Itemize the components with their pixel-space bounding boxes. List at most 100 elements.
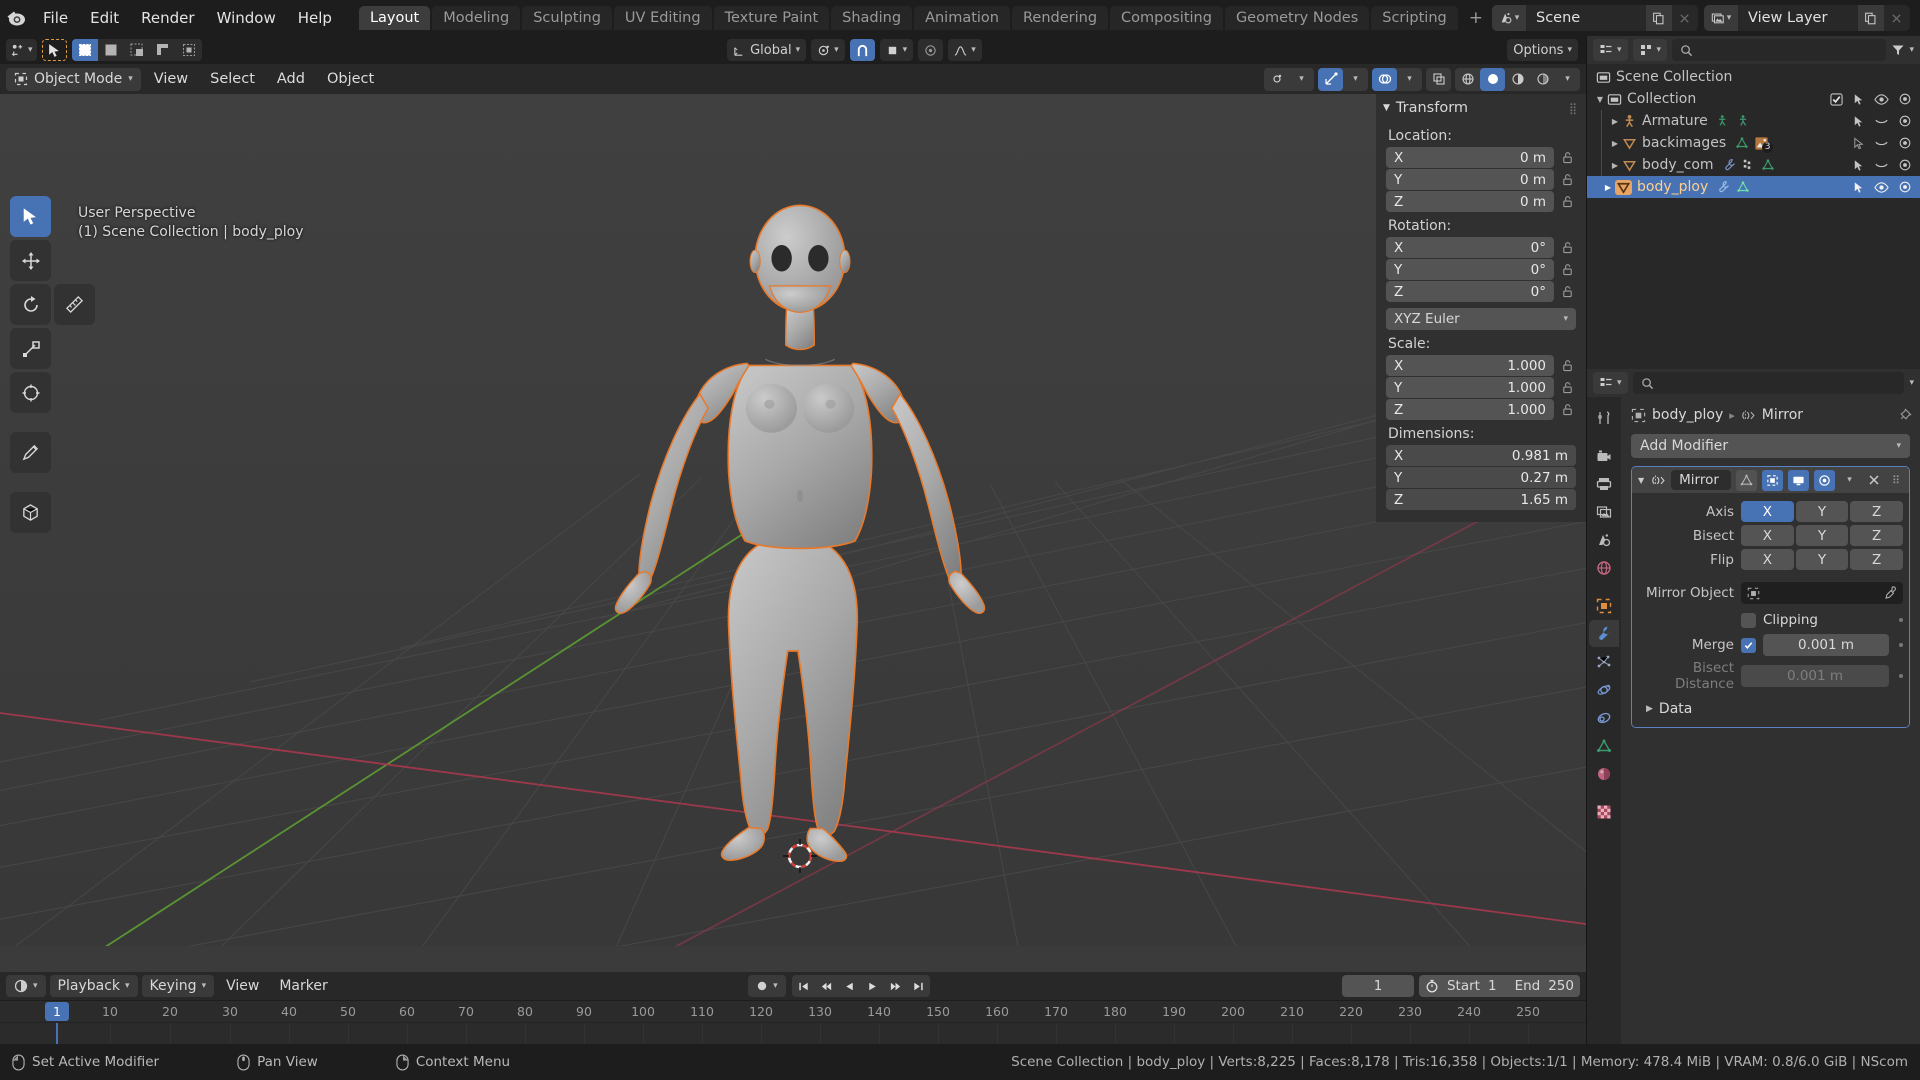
camera-icon[interactable]: [1898, 92, 1912, 106]
cursor-select-icon[interactable]: [1852, 159, 1865, 172]
outliner-search-input[interactable]: [1672, 39, 1887, 61]
menu-window[interactable]: Window: [206, 6, 287, 30]
editor-type-icon[interactable]: ▾: [6, 39, 37, 61]
chevron-down-icon[interactable]: ▾: [1343, 68, 1368, 91]
scale-tool[interactable]: [10, 328, 51, 369]
bisect-x-toggle[interactable]: X: [1741, 525, 1794, 546]
camera-icon[interactable]: [1898, 158, 1912, 172]
jump-end-icon[interactable]: [907, 975, 930, 997]
lock-icon[interactable]: [1558, 359, 1576, 372]
play-reverse-icon[interactable]: [838, 975, 861, 997]
modifier-icon[interactable]: [1723, 158, 1737, 172]
outliner-row-backimages[interactable]: ▶ backimages 3: [1587, 132, 1920, 154]
breadcrumb-modifier[interactable]: Mirror: [1762, 407, 1803, 423]
scale-x-field[interactable]: X 1.000: [1386, 355, 1554, 376]
end-value[interactable]: 250: [1548, 978, 1574, 994]
outliner-row-body-ploy[interactable]: ▶ body_ploy: [1587, 176, 1920, 198]
mirror-object-field[interactable]: [1741, 582, 1903, 604]
clipping-checkbox[interactable]: [1741, 612, 1756, 628]
dots-grip-icon[interactable]: ⣿: [1569, 102, 1578, 115]
menu-help[interactable]: Help: [287, 6, 343, 30]
world-tab[interactable]: [1589, 554, 1619, 581]
cursor-select-icon[interactable]: [1852, 93, 1865, 106]
workspace-tab-modeling[interactable]: Modeling: [432, 6, 521, 30]
timeline-menu-view[interactable]: View: [218, 976, 267, 996]
pin-icon[interactable]: [1897, 407, 1912, 423]
new-view-layer-button[interactable]: [1857, 5, 1884, 31]
snap-target-selector[interactable]: ▾: [879, 39, 914, 61]
move-tool[interactable]: [10, 240, 51, 281]
eyedropper-icon[interactable]: [1883, 586, 1897, 600]
select-cursor-icon[interactable]: [41, 39, 67, 61]
prev-keyframe-icon[interactable]: [815, 975, 838, 997]
tool-options-button[interactable]: Options ▾: [1507, 39, 1578, 61]
location-x-field[interactable]: X0 m: [1386, 147, 1554, 168]
animate-property-dot[interactable]: [1899, 643, 1903, 647]
constraints-tab[interactable]: [1589, 704, 1619, 731]
object-type-visibility-icon[interactable]: [1264, 68, 1289, 91]
workspace-tab-rendering[interactable]: Rendering: [1012, 6, 1109, 30]
3d-viewport[interactable]: User Perspective (1) Scene Collection | …: [0, 94, 1586, 972]
eye-open-icon[interactable]: [1874, 92, 1889, 107]
scene-name[interactable]: Scene: [1525, 5, 1646, 31]
dots-grip-icon[interactable]: ⠿: [1888, 474, 1905, 487]
jump-start-icon[interactable]: [792, 975, 815, 997]
workspace-tab-geometry-nodes[interactable]: Geometry Nodes: [1224, 6, 1370, 30]
triangle-right-icon[interactable]: ▶: [1601, 183, 1615, 192]
dimensions-z-field[interactable]: Z 1.65 m: [1386, 489, 1576, 510]
outliner-row-collection[interactable]: ▼ Collection: [1587, 88, 1920, 110]
triangle-right-icon[interactable]: ▶: [1608, 117, 1622, 126]
workspace-tab-sculpting[interactable]: Sculpting: [522, 6, 612, 30]
select-extend-icon[interactable]: [98, 39, 124, 61]
triangle-right-icon[interactable]: ▶: [1608, 161, 1622, 170]
triangle-down-icon[interactable]: ▼: [1383, 103, 1390, 113]
material-preview-icon[interactable]: [1505, 68, 1530, 91]
add-workspace-button[interactable]: +: [1460, 4, 1492, 32]
scene-icon[interactable]: ▾: [1491, 5, 1526, 31]
mesh-data-icon[interactable]: [1735, 136, 1749, 150]
lock-icon[interactable]: [1558, 195, 1576, 208]
outliner-row-armature[interactable]: ▶ Armature: [1587, 110, 1920, 132]
workspace-tab-texture-paint[interactable]: Texture Paint: [713, 6, 830, 30]
pose-icon[interactable]: [1717, 114, 1731, 128]
edit-mode-toggle[interactable]: [1762, 469, 1783, 491]
timeline-menu-marker[interactable]: Marker: [271, 976, 335, 996]
rendered-icon[interactable]: [1530, 68, 1555, 91]
transform-orientation-selector[interactable]: Global ▾: [727, 39, 807, 61]
next-keyframe-icon[interactable]: [884, 975, 907, 997]
unlink-scene-button[interactable]: [1671, 5, 1698, 31]
flip-x-toggle[interactable]: X: [1741, 549, 1794, 570]
chevron-down-icon[interactable]: ▾: [1909, 45, 1914, 55]
modifier-tab[interactable]: [1589, 620, 1619, 647]
material-tab[interactable]: [1589, 760, 1619, 787]
measure-tool[interactable]: [54, 284, 95, 325]
flip-y-toggle[interactable]: Y: [1795, 549, 1849, 570]
view-layer-tab[interactable]: [1589, 498, 1619, 525]
scale-y-field[interactable]: Y 1.000: [1386, 377, 1554, 398]
triangle-right-icon[interactable]: ▶: [1608, 139, 1622, 148]
lock-icon[interactable]: [1558, 381, 1576, 394]
merge-distance-field[interactable]: 0.001 m: [1763, 634, 1889, 656]
show-gizmo-icon[interactable]: [1318, 67, 1343, 91]
chevron-down-icon[interactable]: ▾: [1289, 68, 1314, 91]
current-frame-field[interactable]: 1: [1341, 975, 1414, 997]
workspace-tab-layout[interactable]: Layout: [358, 6, 431, 30]
rotate-tool[interactable]: [10, 284, 51, 325]
rotation-mode-selector[interactable]: XYZ Euler ▾: [1386, 308, 1576, 330]
playback-menu[interactable]: Playback ▾: [49, 975, 138, 997]
properties-editor-icon[interactable]: ▾: [1593, 372, 1628, 394]
cursor-select-icon[interactable]: [1852, 181, 1865, 194]
magnet-icon[interactable]: [849, 39, 875, 61]
menu-render[interactable]: Render: [130, 6, 205, 30]
render-toggle[interactable]: [1814, 469, 1835, 491]
show-overlays-icon[interactable]: [1372, 67, 1397, 91]
camera-icon[interactable]: [1898, 136, 1912, 150]
properties-search-input[interactable]: [1632, 372, 1905, 394]
eye-open-icon[interactable]: [1874, 180, 1889, 195]
workspace-tab-scripting[interactable]: Scripting: [1371, 6, 1458, 30]
dimensions-y-field[interactable]: Y 0.27 m: [1386, 467, 1576, 488]
select-subtract-icon[interactable]: [124, 39, 150, 61]
solid-icon[interactable]: [1480, 67, 1505, 91]
eye-closed-icon[interactable]: [1874, 158, 1889, 173]
physics-tab[interactable]: [1589, 676, 1619, 703]
